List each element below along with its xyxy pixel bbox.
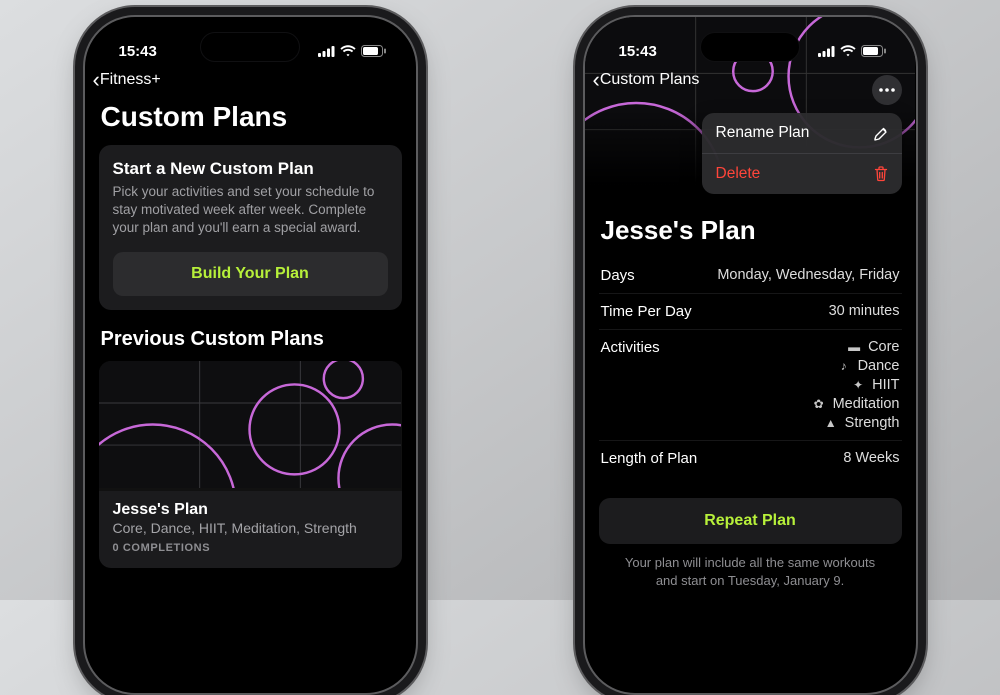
cellular-icon — [318, 46, 335, 57]
row-activities: Activities ▬ Core ♪ Dance ✦ HIIT ✿ Meditatio… — [599, 330, 902, 441]
plan-completions: 0 COMPLETIONS — [113, 542, 388, 554]
plan-activities-summary: Core, Dance, HIIT, Meditation, Strength — [113, 520, 388, 536]
dynamic-island — [200, 32, 300, 62]
plan-details: Days Monday, Wednesday, Friday Time Per … — [599, 258, 902, 476]
build-plan-button[interactable]: Build Your Plan — [113, 252, 388, 296]
length-label: Length of Plan — [601, 450, 698, 467]
row-length: Length of Plan 8 Weeks — [599, 441, 902, 476]
nav-bar: ‹ Custom Plans — [585, 67, 916, 95]
iphone-right: 15:43 ‹ Custom Plans Rename Plan Delete — [583, 15, 918, 695]
new-plan-card: Start a New Custom Plan Pick your activi… — [99, 145, 402, 310]
plan-title: Jesse's Plan — [601, 215, 900, 246]
days-label: Days — [601, 267, 635, 284]
plan-artwork — [99, 361, 402, 491]
activity-dance: Dance — [858, 358, 900, 374]
strength-icon: ▲ — [823, 416, 839, 430]
iphone-left: 15:43 ‹ Fitness+ Custom Plans Start a Ne… — [83, 15, 418, 695]
repeat-plan-label: Repeat Plan — [704, 512, 796, 530]
length-value: 8 Weeks — [843, 450, 899, 466]
hiit-icon: ✦ — [850, 378, 866, 392]
back-chevron-icon[interactable]: ‹ — [593, 69, 600, 91]
status-time: 15:43 — [619, 43, 657, 60]
activities-label: Activities — [601, 339, 660, 356]
status-time: 15:43 — [119, 43, 157, 60]
menu-delete-label: Delete — [716, 165, 761, 183]
meditation-icon: ✿ — [811, 397, 827, 411]
dance-icon: ♪ — [836, 359, 852, 373]
cellular-icon — [818, 46, 835, 57]
new-plan-heading: Start a New Custom Plan — [113, 159, 388, 179]
battery-icon — [861, 45, 886, 57]
battery-icon — [361, 45, 386, 57]
days-value: Monday, Wednesday, Friday — [717, 267, 899, 283]
activity-core: Core — [868, 339, 899, 355]
repeat-footnote: Your plan will include all the same work… — [617, 554, 884, 589]
new-plan-description: Pick your activities and set your schedu… — [113, 183, 388, 238]
core-icon: ▬ — [846, 340, 862, 354]
activities-list: ▬ Core ♪ Dance ✦ HIIT ✿ Meditation ▲ Strength — [811, 339, 900, 431]
menu-rename-label: Rename Plan — [716, 124, 810, 142]
more-button[interactable] — [872, 75, 902, 105]
activity-meditation: Meditation — [833, 396, 900, 412]
status-indicators — [318, 45, 386, 57]
nav-bar: ‹ Fitness+ — [85, 67, 416, 95]
menu-rename[interactable]: Rename Plan — [702, 113, 902, 153]
previous-plans-heading: Previous Custom Plans — [101, 328, 400, 351]
dynamic-island — [700, 32, 800, 62]
time-value: 30 minutes — [829, 303, 900, 319]
activity-strength: Strength — [845, 415, 900, 431]
row-days: Days Monday, Wednesday, Friday — [599, 258, 902, 294]
context-menu: Rename Plan Delete — [702, 113, 902, 194]
previous-plan-card[interactable]: Jesse's Plan Core, Dance, HIIT, Meditati… — [99, 361, 402, 568]
menu-delete[interactable]: Delete — [702, 153, 902, 194]
ellipsis-icon — [879, 88, 895, 92]
back-label[interactable]: Custom Plans — [600, 71, 700, 89]
repeat-plan-button[interactable]: Repeat Plan — [599, 498, 902, 544]
build-plan-label: Build Your Plan — [191, 265, 309, 283]
row-time: Time Per Day 30 minutes — [599, 294, 902, 330]
status-indicators — [818, 45, 886, 57]
back-chevron-icon[interactable]: ‹ — [93, 69, 100, 91]
plan-name: Jesse's Plan — [113, 501, 388, 519]
activity-hiit: HIIT — [872, 377, 899, 393]
trash-icon — [874, 166, 888, 182]
page-title: Custom Plans — [101, 101, 400, 133]
pencil-icon — [873, 126, 888, 141]
time-label: Time Per Day — [601, 303, 692, 320]
wifi-icon — [340, 45, 356, 57]
wifi-icon — [840, 45, 856, 57]
back-label[interactable]: Fitness+ — [100, 71, 161, 89]
